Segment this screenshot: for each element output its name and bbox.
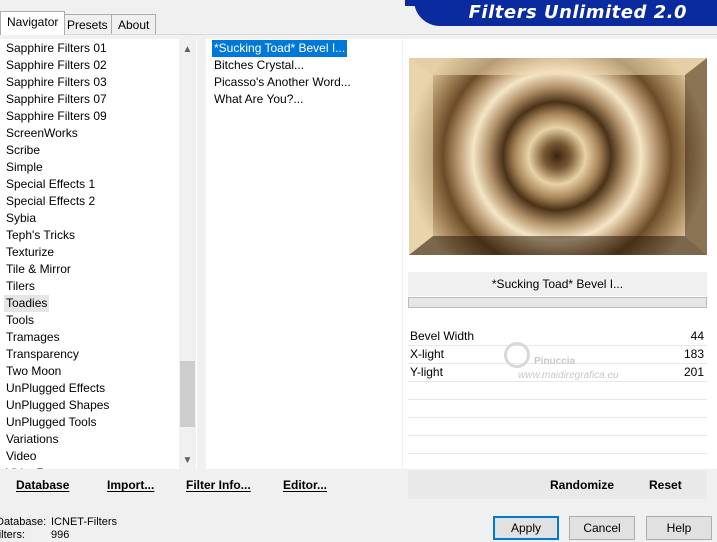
parameter-divider bbox=[408, 435, 707, 436]
import-button[interactable]: Import... bbox=[107, 478, 154, 492]
category-item[interactable]: Sapphire Filters 03 bbox=[6, 74, 107, 91]
category-scrollbar[interactable]: ▲ ▼ bbox=[179, 39, 196, 469]
filter-item[interactable]: *Sucking Toad* Bevel I... bbox=[212, 40, 348, 57]
parameter-label: Y-light bbox=[410, 365, 443, 379]
category-item[interactable]: UnPlugged Tools bbox=[6, 414, 97, 431]
parameter-value[interactable]: 201 bbox=[684, 363, 704, 381]
filters-count: 996 bbox=[51, 529, 70, 541]
parameter-label: X-light bbox=[410, 347, 445, 361]
database-button[interactable]: Database bbox=[16, 478, 69, 492]
filter-preview-image bbox=[409, 58, 707, 255]
category-item[interactable]: UnPlugged Shapes bbox=[6, 397, 109, 414]
title-banner: Filters Unlimited 2.0 bbox=[414, 0, 717, 26]
category-item[interactable]: Sapphire Filters 09 bbox=[6, 108, 107, 125]
scroll-down-icon[interactable]: ▼ bbox=[179, 452, 196, 469]
parameter-divider bbox=[408, 399, 707, 400]
progress-bar bbox=[408, 297, 707, 308]
filter-item[interactable]: Picasso's Another Word... bbox=[214, 74, 351, 91]
parameter-value[interactable]: 183 bbox=[684, 345, 704, 363]
app-title: Filters Unlimited 2.0 bbox=[468, 2, 687, 23]
filter-info-button[interactable]: Filter Info... bbox=[186, 478, 251, 492]
cancel-button[interactable]: Cancel bbox=[569, 516, 635, 540]
scrollbar-thumb[interactable] bbox=[180, 361, 195, 427]
category-item[interactable]: Tools bbox=[6, 312, 34, 329]
watermark: Pinuccia www.maidiregrafica.eu bbox=[500, 340, 660, 386]
watermark-url: www.maidiregrafica.eu bbox=[518, 370, 619, 381]
apply-button[interactable]: Apply bbox=[493, 516, 559, 540]
database-label: Database: bbox=[0, 516, 47, 528]
category-item[interactable]: Sybia bbox=[6, 210, 36, 227]
watermark-name: Pinuccia bbox=[534, 356, 576, 367]
category-item[interactable]: Video bbox=[6, 448, 36, 465]
parameter-divider bbox=[408, 453, 707, 454]
category-item[interactable]: Variations bbox=[6, 431, 58, 448]
category-item[interactable]: Sapphire Filters 01 bbox=[6, 40, 107, 57]
category-item[interactable]: Toadies bbox=[4, 295, 50, 312]
reset-button[interactable]: Reset bbox=[649, 478, 682, 492]
category-item[interactable]: ScreenWorks bbox=[6, 125, 78, 142]
category-item[interactable]: Tile & Mirror bbox=[6, 261, 71, 278]
parameter-divider bbox=[408, 417, 707, 418]
filter-item[interactable]: Bitches Crystal... bbox=[214, 57, 304, 74]
editor-button[interactable]: Editor... bbox=[283, 478, 327, 492]
category-item[interactable]: Tramages bbox=[6, 329, 60, 346]
parameter-label: Bevel Width bbox=[410, 329, 475, 343]
category-item[interactable]: Special Effects 2 bbox=[6, 193, 95, 210]
watermark-logo-icon bbox=[504, 342, 530, 368]
category-item[interactable]: Transparency bbox=[6, 346, 79, 363]
category-item[interactable]: Scribe bbox=[6, 142, 40, 159]
tab-about[interactable]: About bbox=[111, 14, 157, 34]
tab-presets[interactable]: Presets bbox=[60, 14, 115, 34]
category-item[interactable]: Two Moon bbox=[6, 363, 61, 380]
category-item[interactable]: UnPlugged Effects bbox=[6, 380, 105, 397]
category-list[interactable]: Sapphire Filters 01 Sapphire Filters 02 Sa… bbox=[0, 39, 197, 469]
parameter-value[interactable]: 44 bbox=[691, 327, 704, 345]
filters-label: Filters: bbox=[0, 529, 25, 541]
category-item[interactable]: Simple bbox=[6, 159, 43, 176]
filter-list[interactable]: *Sucking Toad* Bevel I... Bitches Crystal… bbox=[206, 39, 402, 469]
randomize-button[interactable]: Randomize bbox=[550, 478, 614, 492]
filter-name-display: *Sucking Toad* Bevel I... bbox=[408, 272, 707, 296]
tab-navigator[interactable]: Navigator bbox=[0, 11, 66, 35]
category-item[interactable]: Teph's Tricks bbox=[6, 227, 75, 244]
category-item[interactable]: Tilers bbox=[6, 278, 35, 295]
database-value: ICNET-Filters bbox=[51, 516, 117, 528]
category-item[interactable]: Texturize bbox=[6, 244, 54, 261]
help-button[interactable]: Help bbox=[646, 516, 712, 540]
category-item[interactable]: Sapphire Filters 02 bbox=[6, 57, 107, 74]
filter-item[interactable]: What Are You?... bbox=[214, 91, 303, 108]
category-item[interactable]: Sapphire Filters 07 bbox=[6, 91, 107, 108]
category-item[interactable]: Special Effects 1 bbox=[6, 176, 95, 193]
scroll-up-icon[interactable]: ▲ bbox=[179, 41, 196, 58]
